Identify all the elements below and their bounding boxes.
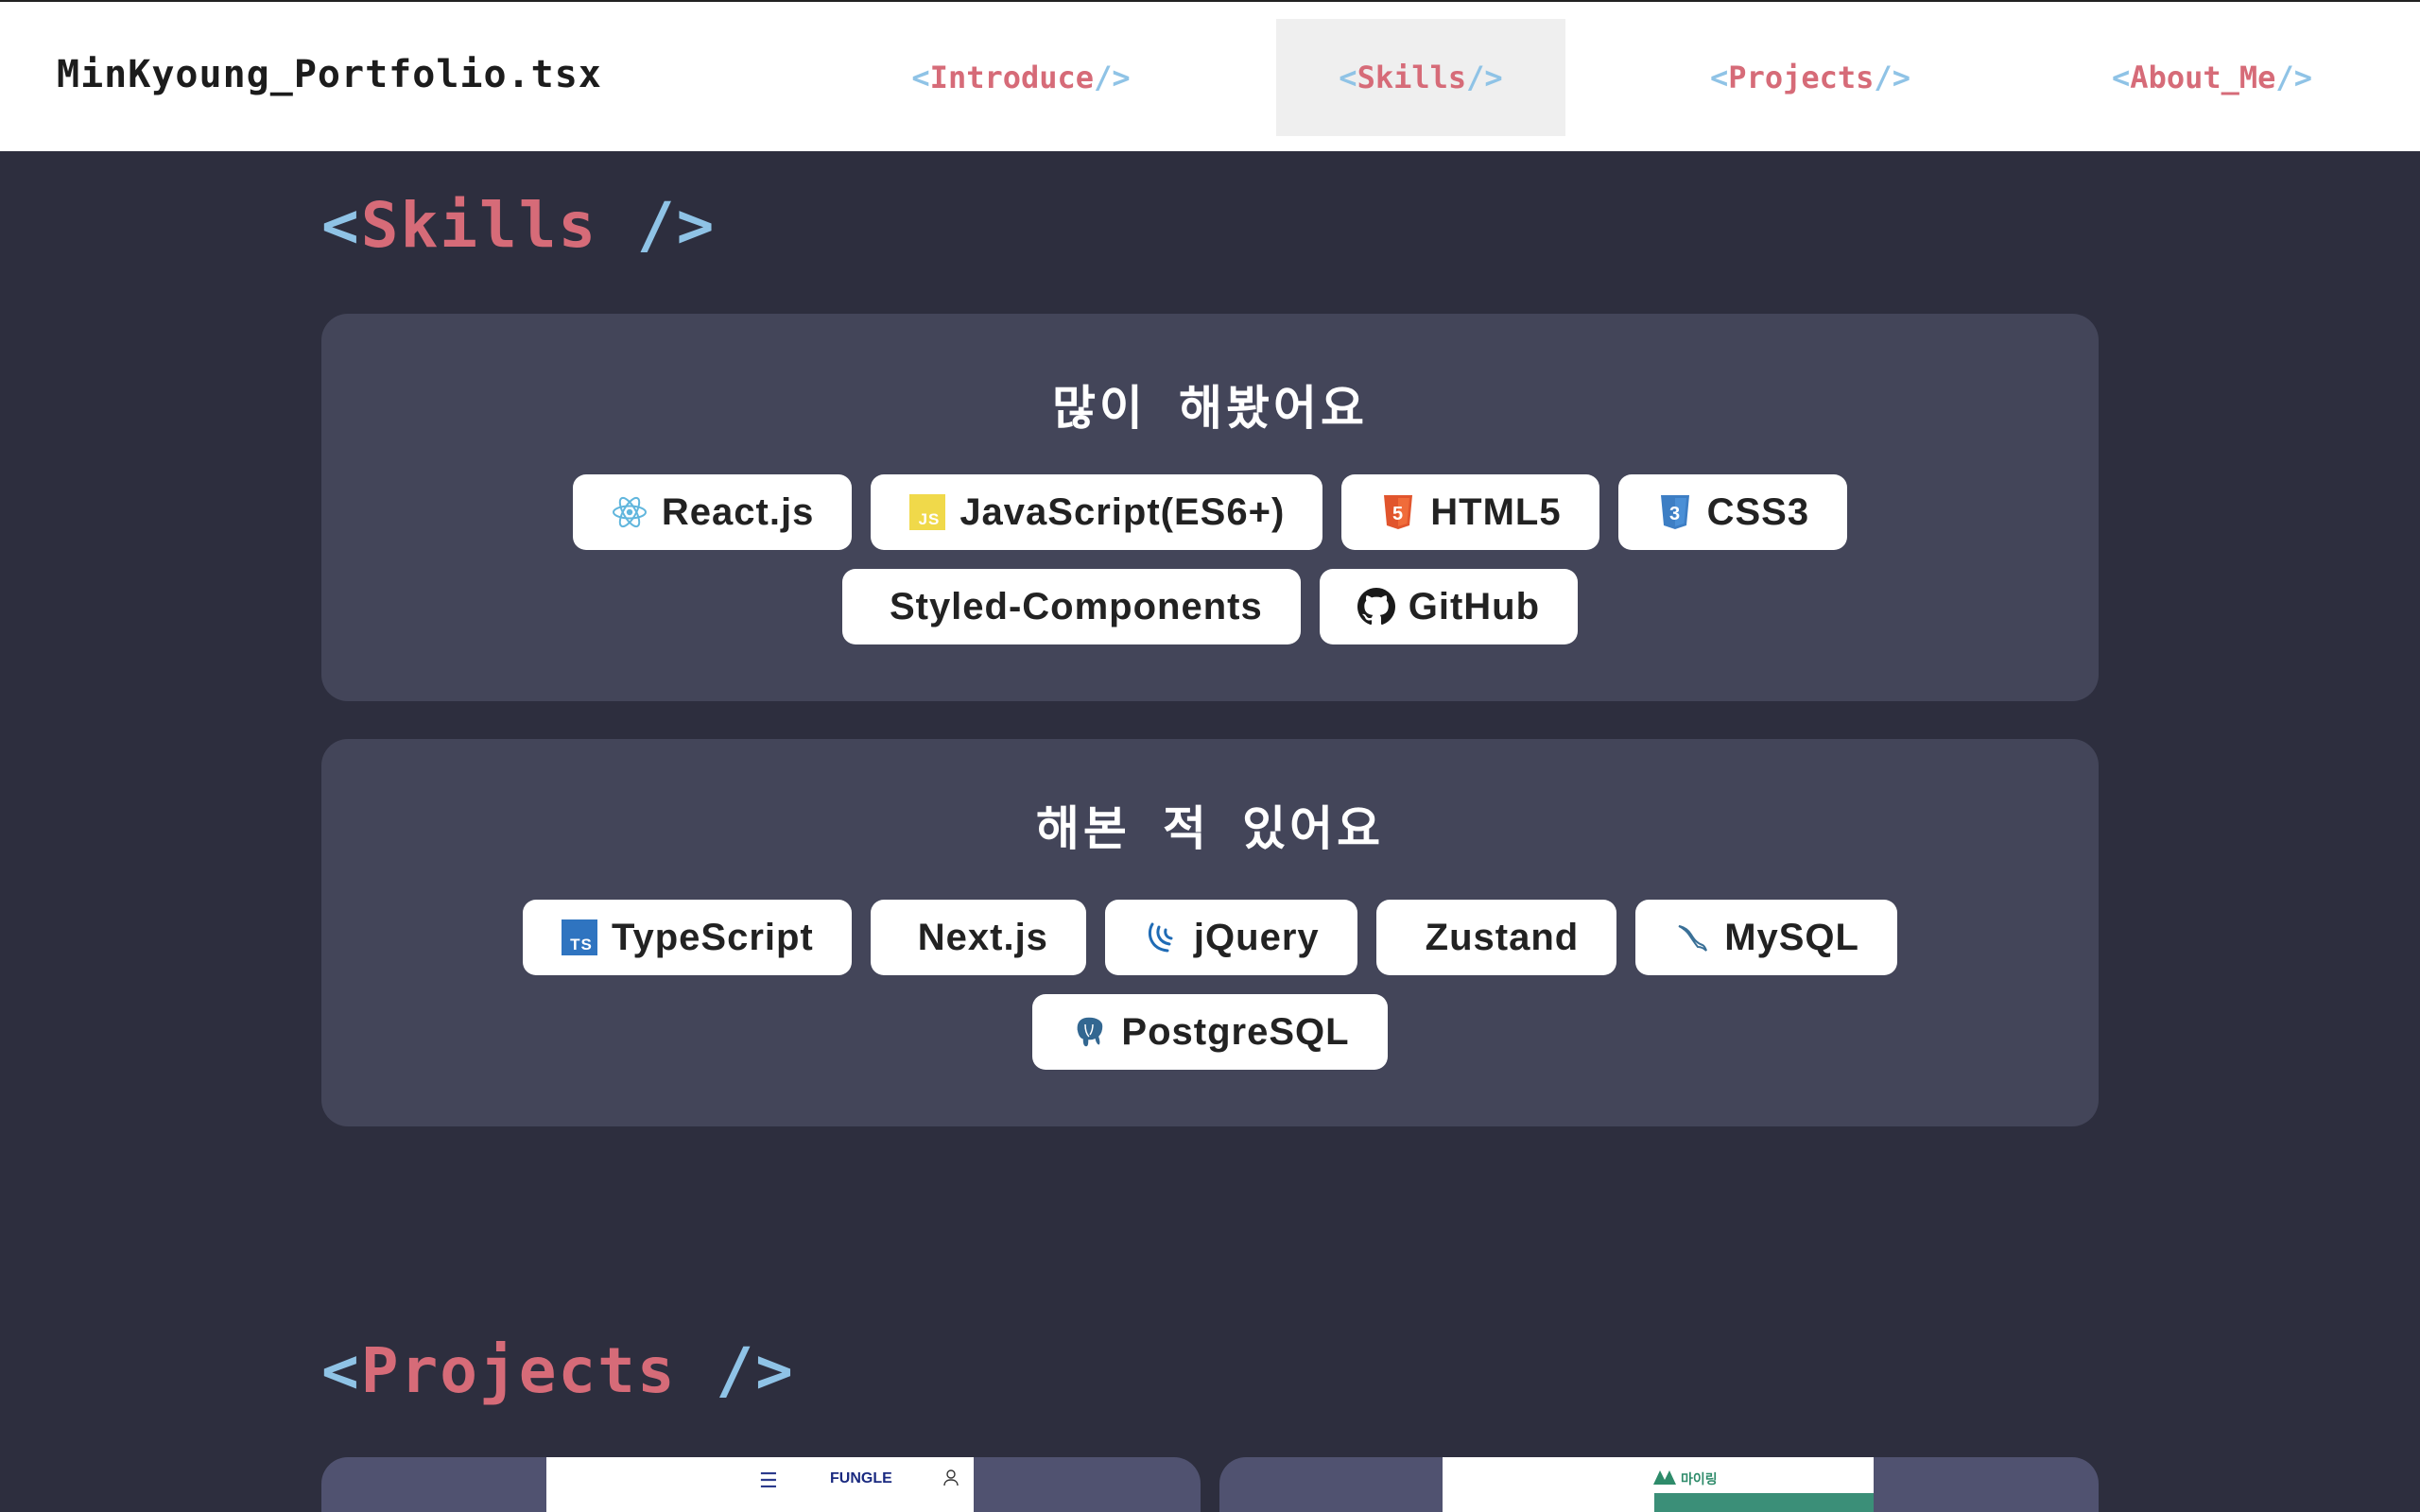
skill-chip-styled-components: Styled-Components (841, 569, 1301, 644)
skill-chip-row: PostgreSQL (321, 994, 2099, 1070)
skill-chip-css3: 3 CSS3 (1617, 474, 1848, 550)
svg-text:5: 5 (1392, 504, 1404, 524)
skill-chip-label: JavaScript(ES6+) (959, 490, 1286, 533)
svg-text:3: 3 (1669, 504, 1681, 524)
skills-card-frequent: 많이 해봤어요 React.js JS JavaScript(ES6+) 5 H… (321, 314, 2099, 701)
postgresql-icon (1070, 1013, 1108, 1051)
skill-chip-label: React.js (661, 490, 815, 533)
skill-chip-typescript: TS TypeScript (523, 900, 852, 975)
svg-text:JS: JS (919, 510, 941, 528)
projects-section-heading: <Projects /> (321, 1334, 795, 1407)
project-thumb-brand: FUNGLE (830, 1470, 892, 1486)
tab-close-bracket: /> (2275, 60, 2312, 95)
javascript-icon: JS (908, 493, 946, 531)
skill-chip-label: HTML5 (1430, 490, 1562, 533)
tab-close-bracket: /> (1874, 60, 1910, 95)
tab-label: Projects (1728, 60, 1875, 95)
github-icon (1357, 588, 1395, 626)
tab-label: Introduce (929, 60, 1095, 95)
tab-open-bracket: < (911, 60, 930, 95)
project-thumbnail: 마이링 (1443, 1457, 1874, 1512)
skills-section-heading: <Skills /> (321, 189, 716, 262)
skill-chip-github: GitHub (1319, 569, 1579, 644)
tab-close-bracket: /> (1466, 60, 1503, 95)
skills-card-title: 해본 적 있어요 (1035, 801, 1385, 856)
skill-chip-label: MySQL (1724, 916, 1859, 958)
heading-close-bracket: /> (676, 1334, 795, 1407)
tab-close-bracket: /> (1094, 60, 1131, 95)
skill-chip-javascript: JS JavaScript(ES6+) (871, 474, 1323, 550)
skills-card-title: 많이 해봤어요 (1051, 381, 1369, 436)
site-brand[interactable]: MinKyoung_Portfolio.tsx (57, 53, 602, 96)
project-card[interactable]: 마이링 (1219, 1457, 2099, 1512)
heading-open-bracket: < (321, 1334, 361, 1407)
menu-icon: ☰ (759, 1469, 778, 1493)
skill-chip-jquery: jQuery (1104, 900, 1357, 975)
skill-chip-nextjs: Next.js (870, 900, 1086, 975)
skill-chip-label: PostgreSQL (1121, 1010, 1350, 1053)
skill-chip-html5: 5 HTML5 (1341, 474, 1599, 550)
css3-icon: 3 (1656, 493, 1694, 531)
tab-label: Skills (1357, 60, 1467, 95)
skill-chip-label: CSS3 (1706, 490, 1810, 533)
skill-chip-label: jQuery (1193, 916, 1320, 958)
skill-chip-label: GitHub (1408, 585, 1541, 627)
tab-skills[interactable]: < Skills /> (1276, 19, 1565, 136)
react-icon (611, 493, 648, 531)
skill-chip-row: React.js JS JavaScript(ES6+) 5 HTML5 3 C… (321, 474, 2099, 550)
typescript-icon: TS (561, 919, 598, 956)
html5-icon: 5 (1379, 493, 1417, 531)
tab-introduce[interactable]: < Introduce /> (870, 19, 1172, 136)
skill-chip-label: Styled-Components (889, 585, 1263, 627)
heading-label: Skills (360, 189, 598, 262)
heading-label: Projects (360, 1334, 677, 1407)
top-navbar: MinKyoung_Portfolio.tsx < Introduce /> < S… (0, 0, 2420, 151)
tab-about-me[interactable]: < About_Me /> (2061, 19, 2363, 136)
skill-chip-postgresql: PostgreSQL (1032, 994, 1388, 1070)
tab-open-bracket: < (2112, 60, 2131, 95)
thumbnail-banner (1654, 1493, 1874, 1512)
skills-card-tried: 해본 적 있어요 TS TypeScript Next.js jQuery Zu… (321, 739, 2099, 1126)
mysql-icon (1673, 919, 1711, 956)
project-card[interactable]: ☰ FUNGLE (321, 1457, 1201, 1512)
brand-logo-icon (1652, 1469, 1677, 1489)
skill-chip-label: Zustand (1425, 916, 1580, 958)
jquery-icon (1143, 919, 1181, 956)
project-thumb-brand: 마이링 (1681, 1472, 1718, 1487)
skill-chip-row: TS TypeScript Next.js jQuery Zustand MyS… (321, 900, 2099, 975)
skill-chip-react: React.js (572, 474, 853, 550)
tab-open-bracket: < (1339, 60, 1357, 95)
tab-projects[interactable]: < Projects /> (1664, 19, 1957, 136)
tab-label: About_Me (2130, 60, 2276, 95)
skill-chip-label: Next.js (917, 916, 1048, 958)
heading-open-bracket: < (321, 189, 361, 262)
skill-chip-row: Styled-Components GitHub (321, 569, 2099, 644)
skill-chip-label: TypeScript (612, 916, 814, 958)
svg-text:TS: TS (570, 936, 593, 954)
skill-chip-zustand: Zustand (1375, 900, 1617, 975)
skill-chip-mysql: MySQL (1635, 900, 1897, 975)
heading-close-bracket: /> (597, 189, 717, 262)
project-thumbnail: ☰ FUNGLE (546, 1457, 974, 1512)
tab-open-bracket: < (1710, 60, 1729, 95)
user-icon (943, 1469, 959, 1490)
